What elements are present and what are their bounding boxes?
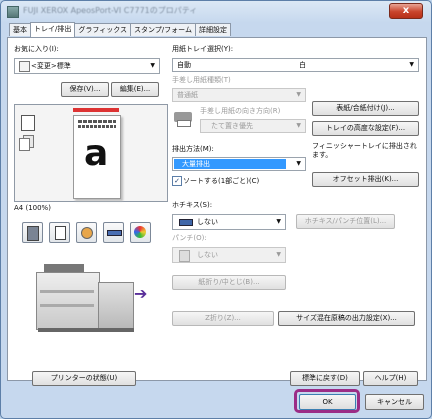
staple-position-button[interactable]: ホチキス/パンチ位置(L)... xyxy=(296,214,395,229)
paper-tray-label: 用紙トレイ選択(Y): xyxy=(172,45,234,53)
staple-label: ホチキス(S): xyxy=(172,201,213,209)
tab-tray-output[interactable]: トレイ/排出 xyxy=(30,22,76,37)
paper-color-value: 白 xyxy=(299,61,306,69)
paper-stack-icon xyxy=(19,135,35,151)
edit-favorite-button[interactable]: 編集(E)... xyxy=(111,82,159,97)
page-top-band xyxy=(73,108,119,112)
punch-icon xyxy=(179,250,190,262)
punch-select[interactable]: しない ▼ xyxy=(172,247,286,263)
staple-select[interactable]: しない ▼ xyxy=(172,214,286,230)
printer-status-button[interactable]: プリンターの状態(U) xyxy=(32,371,136,386)
paper-tray-value: 自動 xyxy=(177,61,191,69)
punch-value: しない xyxy=(197,251,218,259)
tray-advanced-button[interactable]: トレイの高度な設定(F)... xyxy=(312,121,419,136)
cover-button[interactable]: 表紙/合紙付け(J)... xyxy=(312,101,419,116)
save-favorite-button[interactable]: 保存(V)... xyxy=(61,82,109,97)
window-title: FUJI XEROX ApeosPort-VI C7771のプロパティ xyxy=(23,6,198,15)
tab-advanced[interactable]: 詳細設定 xyxy=(194,23,231,36)
color-icon[interactable] xyxy=(76,222,97,243)
restore-defaults-button[interactable]: 標準に戻す(D) xyxy=(290,371,360,386)
printer-icon xyxy=(7,6,19,18)
document-icon[interactable] xyxy=(49,222,70,243)
text-lines-2 xyxy=(78,125,116,128)
chevron-down-icon: ▼ xyxy=(409,61,414,68)
text-lines xyxy=(78,120,116,123)
output-method-value: 大量排出 xyxy=(174,159,286,169)
tab-graphics[interactable]: グラフィックス xyxy=(74,23,132,36)
chevron-down-icon: ▼ xyxy=(296,91,301,98)
punch-label: パンチ(O): xyxy=(172,234,207,242)
stapler-icon[interactable] xyxy=(103,222,124,243)
offset-output-button[interactable]: オフセット排出(K)... xyxy=(312,172,419,187)
chevron-down-icon: ▼ xyxy=(296,160,301,167)
paper-preview: a xyxy=(73,115,121,199)
paper-size-label: A4 (100%) xyxy=(14,204,51,212)
printer-illustration: ➔ xyxy=(30,260,150,340)
arrow-right-icon: ➔ xyxy=(134,284,148,303)
chevron-down-icon: ▼ xyxy=(150,62,155,69)
finisher-note: フィニッシャートレイに排出されます。 xyxy=(312,142,417,159)
manual-paper-value: 普通紙 xyxy=(177,91,198,99)
page-preview: a xyxy=(14,104,168,202)
chevron-down-icon: ▼ xyxy=(276,251,281,258)
cancel-button[interactable]: キャンセル xyxy=(365,394,424,410)
booklet-icon[interactable] xyxy=(22,222,43,243)
favorites-value: <変更>標準 xyxy=(31,62,71,70)
output-method-label: 排出方法(M): xyxy=(172,145,214,153)
favorites-icon xyxy=(19,61,30,72)
palette-icon[interactable] xyxy=(130,222,151,243)
paper-tray-select[interactable]: 自動 白 ▼ xyxy=(172,58,419,72)
paper-orientation-icon xyxy=(172,108,194,130)
manual-paper-label: 手差し用紙種類(T) xyxy=(172,76,231,84)
help-button[interactable]: ヘルプ(H) xyxy=(363,371,418,386)
output-method-select[interactable]: 大量排出 ▼ xyxy=(172,157,306,171)
close-button[interactable]: x xyxy=(389,3,423,19)
title-bar: FUJI XEROX ApeosPort-VI C7771のプロパティ x xyxy=(1,1,431,21)
z-fold-button[interactable]: Z折り(Z)... xyxy=(172,311,274,326)
favorites-select[interactable]: <変更>標準 ▼ xyxy=(14,58,160,74)
stapler-icon xyxy=(179,219,193,226)
tab-basic[interactable]: 基本 xyxy=(9,23,31,36)
sort-label: ソートする(1部ごと)(C) xyxy=(183,177,260,185)
tab-stamp-form[interactable]: スタンプ/フォーム xyxy=(130,23,196,36)
staple-value: しない xyxy=(197,218,218,226)
manual-paper-select[interactable]: 普通紙 ▼ xyxy=(172,88,306,102)
sort-checkbox[interactable]: ✓ xyxy=(172,176,182,186)
chevron-down-icon: ▼ xyxy=(296,122,301,129)
chevron-down-icon: ▼ xyxy=(276,218,281,225)
tab-bar: 基本 トレイ/排出 グラフィックス スタンプ/フォーム 詳細設定 xyxy=(9,22,231,37)
orientation-select[interactable]: たて置き優先 ▼ xyxy=(200,119,306,133)
mixed-size-output-button[interactable]: サイズ混在原稿の出力設定(X)... xyxy=(278,311,415,326)
orientation-label: 手差し用紙の向き方向(R) xyxy=(200,107,281,115)
ok-button[interactable]: OK xyxy=(299,394,356,410)
orientation-value: たて置き優先 xyxy=(211,122,253,130)
tray-icon xyxy=(21,115,35,131)
tab-panel: お気に入り(I): <変更>標準 ▼ 保存(V)... 編集(E)... a A… xyxy=(7,37,427,386)
favorites-label: お気に入り(I): xyxy=(14,45,59,53)
dialog-window: FUJI XEROX ApeosPort-VI C7771のプロパティ x 基本… xyxy=(0,0,432,419)
fold-button[interactable]: 紙折り/中とじ(B)... xyxy=(172,275,286,290)
paper-letter: a xyxy=(84,133,109,174)
